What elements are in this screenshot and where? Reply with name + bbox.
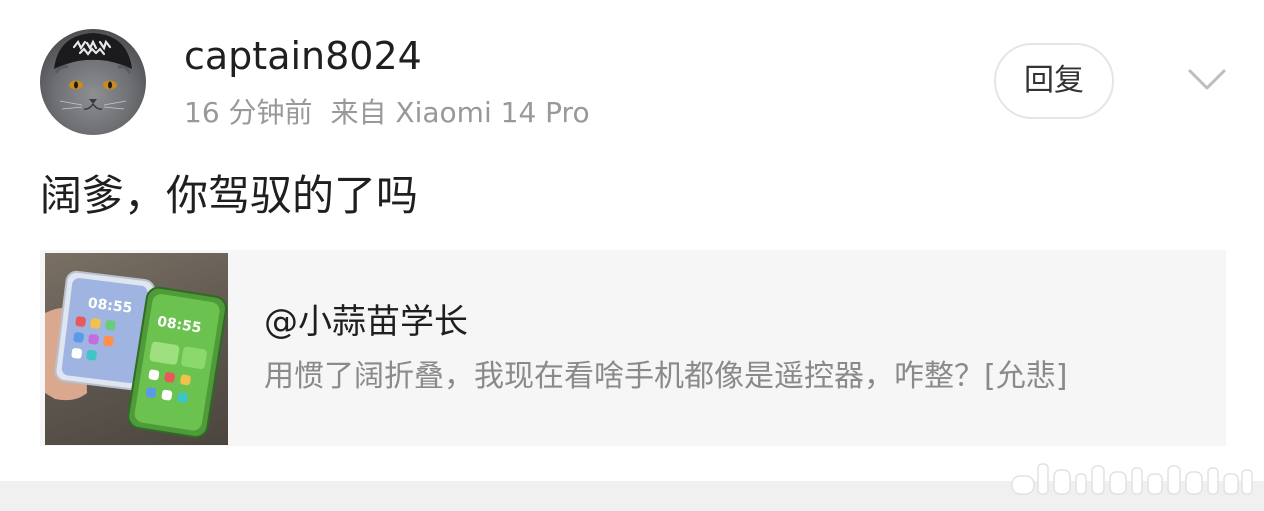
repost-card[interactable]: 08:55 08:55 @小蒜苗学长 用惯了阔折叠，我现在看啥手机都像是遥控器，…: [40, 250, 1226, 446]
repost-thumbnail[interactable]: 08:55 08:55: [45, 253, 228, 445]
repost-author[interactable]: @小蒜苗学长: [264, 300, 468, 344]
chevron-down-icon[interactable]: [1186, 62, 1228, 98]
comment-text: 阔爹，你驾驭的了吗: [40, 171, 419, 220]
comment-card: captain8024 16 分钟前 来自 Xiaomi 14 Pro 回复 阔爹…: [0, 0, 1264, 511]
watermark-icon: [1011, 463, 1253, 495]
cat-avatar-icon: [54, 33, 132, 110]
repost-text: 用惯了阔折叠，我现在看啥手机都像是遥控器，咋整？[允悲]: [264, 359, 1068, 394]
timestamp: 16 分钟前: [184, 96, 313, 129]
device-source: 来自 Xiaomi 14 Pro: [330, 96, 590, 129]
phones-photo: 08:55 08:55: [45, 270, 228, 438]
user-avatar[interactable]: [40, 29, 146, 135]
username[interactable]: captain8024: [184, 34, 422, 78]
post-meta: 16 分钟前 来自 Xiaomi 14 Pro: [184, 95, 590, 131]
reply-button[interactable]: 回复: [994, 43, 1114, 119]
